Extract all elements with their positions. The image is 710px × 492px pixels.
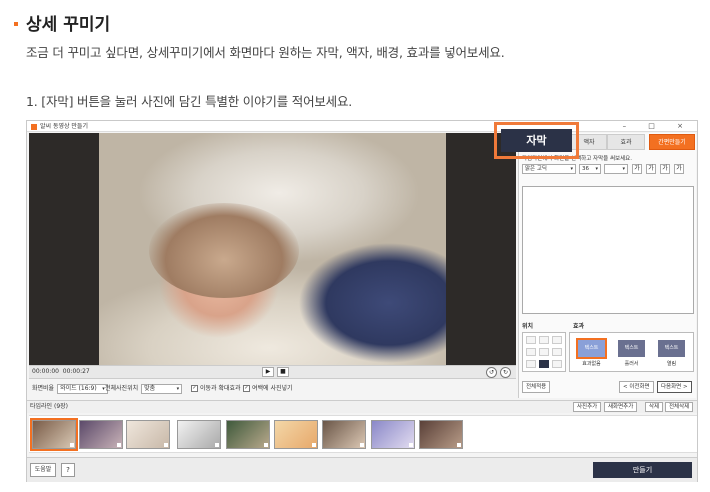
position-cell[interactable] — [552, 360, 562, 368]
prev-screen-button[interactable]: < 이전화면 — [619, 381, 654, 393]
position-cell-selected[interactable] — [539, 360, 549, 368]
video-options: 화면비율와이드 (16:9) 전체사진위치맞춤 ✓이동과 확대효과 ✓여백에 사… — [29, 381, 516, 397]
window-title: 알씨 동영상 만들기 — [40, 123, 88, 130]
apply-all-button[interactable]: 전체적용 — [522, 381, 551, 393]
effect-label: 효과 — [573, 323, 585, 330]
timeline-thumb[interactable] — [274, 420, 318, 449]
playback-bar: 00:00:00 00:00:27 ▶ ■ ↺ ↻ — [29, 365, 516, 379]
fit-select[interactable]: 맞춤 — [141, 384, 183, 394]
question-button[interactable]: ? — [61, 463, 75, 477]
rotate-left-icon[interactable]: ↺ — [486, 367, 497, 378]
tab-effect[interactable]: 효과 — [607, 134, 645, 150]
effect-flow-chip[interactable]: 텍스트 — [618, 340, 645, 357]
photo-preview — [29, 133, 516, 365]
check-icon: ✓ — [191, 385, 198, 392]
color-select[interactable] — [604, 164, 628, 174]
timeline-thumb[interactable] — [126, 420, 170, 449]
effect-open-chip[interactable]: 텍스트 — [658, 340, 685, 357]
next-screen-button[interactable]: 다음화면 > — [657, 381, 692, 393]
effect-options: 텍스트 효과없음 텍스트 흘러서 텍스트 열림 — [569, 332, 694, 372]
timeline-thumb[interactable] — [177, 420, 221, 449]
bold-button[interactable]: 가 — [632, 164, 642, 174]
section-title: 상세 꾸미기 — [14, 10, 110, 35]
help-button[interactable]: 도움말 — [30, 463, 56, 477]
bottom-bar: 도움말 ? 만들기 — [27, 457, 697, 482]
effect-none-label: 효과없음 — [582, 361, 601, 367]
timeline-thumb[interactable] — [322, 420, 366, 449]
shadow-button[interactable]: 가 — [674, 164, 684, 174]
timeline-thumb[interactable] — [226, 420, 270, 449]
position-cell[interactable] — [526, 336, 536, 344]
fill-checkbox[interactable]: ✓ 여백에 사진넣기 — [243, 382, 293, 396]
timeline-label: 타임라인 (9장) — [30, 403, 69, 410]
step-text: 1. [자막] 버튼을 눌러 사진에 담긴 특별한 이야기를 적어보세요. — [26, 94, 353, 109]
tab-simple-make[interactable]: 간편만들기 — [649, 134, 695, 150]
delete-all-button[interactable]: 전체삭제 — [665, 402, 694, 412]
app-logo-icon — [31, 123, 37, 130]
rotate-right-icon[interactable]: ↻ — [500, 367, 511, 378]
callout-caption-button[interactable]: 자막 — [501, 129, 572, 152]
effect-open-label: 열림 — [666, 361, 677, 367]
intro-text: 조금 더 꾸미고 싶다면, 상세꾸미기에서 화면마다 원하는 자막, 액자, 배… — [26, 45, 505, 60]
make-button[interactable]: 만들기 — [593, 462, 692, 478]
timeline-thumb[interactable] — [79, 420, 123, 449]
fit-option: 전체사진위치 맞춤 — [105, 382, 183, 396]
position-cell[interactable] — [552, 348, 562, 356]
effect-flow-label: 흘러서 — [624, 361, 639, 367]
ratio-option: 화면비율 와이드 (16:9) — [32, 382, 108, 396]
italic-button[interactable]: 가 — [646, 164, 656, 174]
page-title: 상세 꾸미기 — [26, 15, 111, 35]
timeline-thumb[interactable] — [30, 418, 78, 451]
check-icon: ✓ — [243, 385, 250, 392]
font-select[interactable]: 맑은 고딕 — [522, 164, 576, 174]
position-grid — [522, 332, 566, 372]
app-window: 알씨 동영상 만들기 – □ × 00:00:00 00:00:27 ▶ ■ ↺… — [26, 120, 698, 482]
stop-icon[interactable]: ■ — [277, 367, 289, 377]
position-cell[interactable] — [526, 348, 536, 356]
window-controls[interactable]: – □ × — [623, 121, 693, 132]
underline-button[interactable]: 가 — [660, 164, 670, 174]
timeline-thumb[interactable] — [371, 420, 415, 449]
font-toolbar: 맑은 고딕 36 가 가 가 가 — [522, 164, 694, 174]
decorate-panel: 자막 액자 효과 간편만들기 타임라인에서 화면을 선택하고 자막을 써보세요.… — [518, 133, 696, 398]
add-photo-button[interactable]: 사진추가 — [573, 402, 602, 412]
caption-textarea[interactable] — [522, 186, 694, 314]
photo-subject — [149, 203, 299, 298]
timeline-header: 타임라인 (9장) 사진추가 새화면추가 삭제 전체삭제 — [27, 400, 697, 413]
position-label: 위치 — [522, 323, 534, 330]
position-cell[interactable] — [526, 360, 536, 368]
timeline-thumbnails — [29, 415, 697, 453]
playback-time: 00:00:00 00:00:27 — [32, 368, 90, 375]
motion-checkbox[interactable]: ✓ 이동과 확대효과 — [191, 382, 241, 396]
position-cell[interactable] — [539, 336, 549, 344]
position-cell[interactable] — [539, 348, 549, 356]
size-select[interactable]: 36 — [579, 164, 601, 174]
bullet-icon — [14, 21, 18, 26]
timeline-thumb[interactable] — [419, 420, 463, 449]
caption-callout: 자막 — [494, 122, 579, 159]
play-icon[interactable]: ▶ — [262, 367, 274, 377]
position-cell[interactable] — [552, 336, 562, 344]
window-titlebar: 알씨 동영상 만들기 – □ × — [27, 121, 697, 132]
preview-photo — [99, 133, 446, 365]
add-screen-button[interactable]: 새화면추가 — [604, 402, 638, 412]
delete-button[interactable]: 삭제 — [645, 402, 664, 412]
effect-none-chip[interactable]: 텍스트 — [576, 338, 607, 359]
ratio-select[interactable]: 와이드 (16:9) — [57, 384, 108, 394]
